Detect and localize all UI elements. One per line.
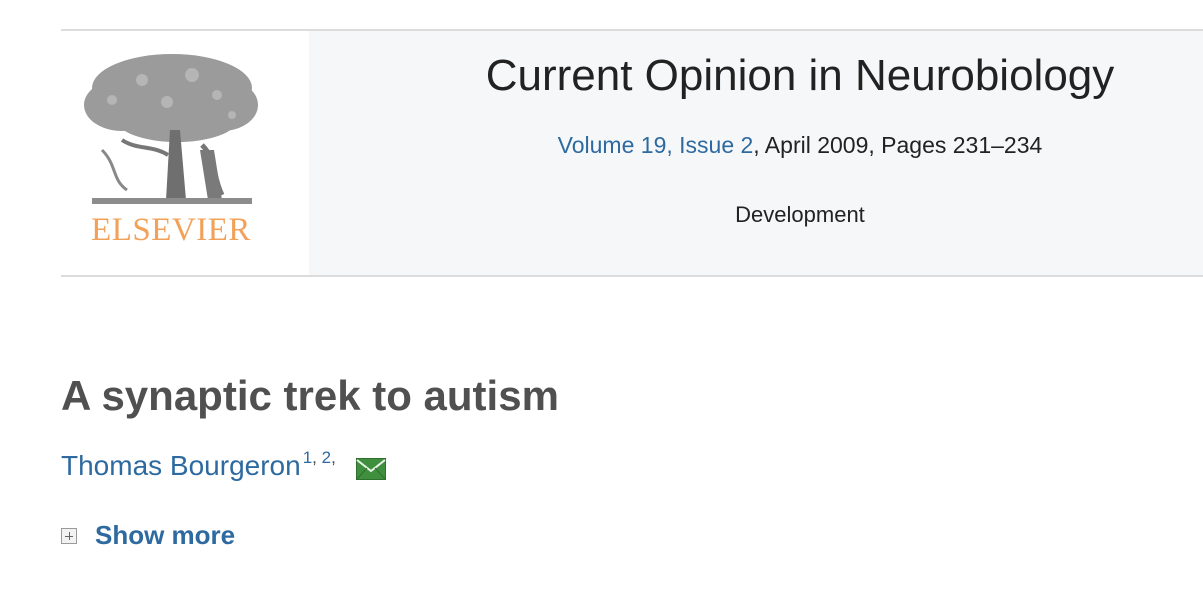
show-more-label[interactable]: Show more [95, 520, 235, 551]
issue-info: Volume 19, Issue 2, April 2009, Pages 23… [400, 132, 1200, 159]
article-section: Development [735, 202, 865, 227]
affiliation-refs: 1, 2, [302, 448, 336, 467]
volume-issue-link[interactable]: Volume 19, Issue 2 [558, 132, 754, 158]
journal-title[interactable]: Current Opinion in Neurobiology [400, 50, 1200, 102]
affiliation-ref-2[interactable]: 2 [322, 448, 331, 467]
elsevier-wordmark: ELSEVIER [91, 212, 251, 248]
author-list: Thomas Bourgeron 1, 2, [61, 448, 386, 482]
article-title: A synaptic trek to autism [61, 372, 559, 419]
elsevier-tree-icon [84, 54, 258, 204]
author-name-link[interactable]: Thomas Bourgeron [61, 450, 301, 481]
elsevier-logo[interactable]: ELSEVIER [82, 50, 260, 250]
header-bottom-divider [61, 275, 1203, 277]
plus-square-icon[interactable] [61, 527, 77, 544]
affiliation-ref-1[interactable]: 1 [303, 448, 312, 467]
show-more-toggle[interactable]: Show more [61, 520, 235, 551]
envelope-icon[interactable] [355, 455, 386, 487]
issue-details: , April 2009, Pages 231–234 [753, 132, 1043, 158]
